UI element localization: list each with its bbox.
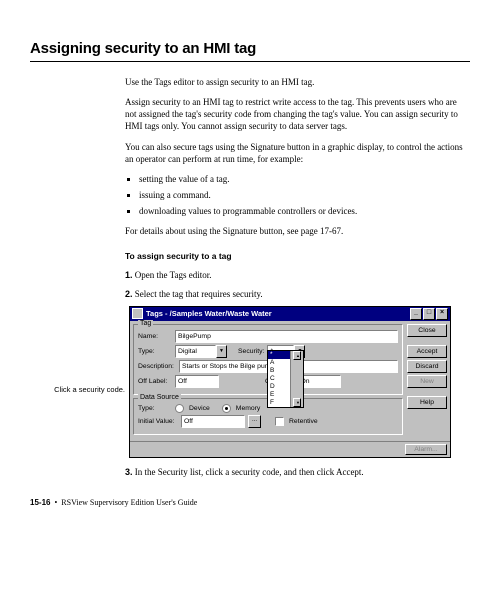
maximize-button[interactable]: □ <box>423 308 435 320</box>
device-label: Device <box>189 405 210 412</box>
name-label: Name: <box>138 333 172 340</box>
name-field[interactable]: BilgePump <box>175 330 398 343</box>
browse-button[interactable]: ... <box>248 415 261 428</box>
list-item: issuing a command. <box>139 189 470 201</box>
accept-btn[interactable]: Accept <box>407 345 447 358</box>
close-button[interactable]: × <box>436 308 448 320</box>
step-3: 3. In the Security list, click a securit… <box>125 466 470 478</box>
type-label: Type: <box>138 348 172 355</box>
titlebar: Tags - /Samples Water/Waste Water _ □ × <box>130 307 450 321</box>
body-paragraph: For details about using the Signature bu… <box>125 225 470 237</box>
group-label: Tag <box>138 320 153 327</box>
off-label-field[interactable]: Off <box>175 375 219 388</box>
type-combo[interactable]: Digital <box>175 345 216 358</box>
help-btn[interactable]: Help <box>407 396 447 409</box>
page-heading: Assigning security to an HMI tag <box>30 40 470 57</box>
off-label-label: Off Label: <box>138 378 172 385</box>
retentive-checkbox[interactable] <box>275 417 284 426</box>
retentive-label: Retentive <box>289 418 318 425</box>
procedure-heading: To assign security to a tag <box>125 251 470 261</box>
discard-btn[interactable]: Discard <box>407 360 447 373</box>
list-item: setting the value of a tag. <box>139 173 470 185</box>
alarm-btn[interactable]: Alarm... <box>405 444 447 455</box>
minimize-button[interactable]: _ <box>410 308 422 320</box>
list-item: downloading values to programmable contr… <box>139 205 470 217</box>
page-footer: 15-16 • RSView Supervisory Edition User'… <box>30 498 470 507</box>
memory-radio[interactable] <box>222 404 231 413</box>
heading-rule <box>30 61 470 62</box>
step-2: 2. Select the tag that requires security… <box>125 288 470 300</box>
callout-label: Click a security code. <box>30 385 129 394</box>
security-dropdown[interactable]: * A B C D E F ▲ ▼ <box>267 350 304 408</box>
close-btn[interactable]: Close <box>407 324 447 337</box>
app-icon <box>132 308 143 319</box>
ds-type-label: Type: <box>138 405 172 412</box>
initial-value-field[interactable]: Off <box>181 415 245 428</box>
device-radio[interactable] <box>175 404 184 413</box>
scroll-down-icon[interactable]: ▼ <box>293 398 301 407</box>
tags-dialog: Tags - /Samples Water/Waste Water _ □ × … <box>129 306 451 458</box>
new-btn[interactable]: New <box>407 375 447 388</box>
step-1: 1. Open the Tags editor. <box>125 269 470 281</box>
intro-paragraph: Use the Tags editor to assign security t… <box>125 76 470 88</box>
initial-value-label: Initial Value: <box>138 418 178 425</box>
on-label-field[interactable]: On <box>297 375 341 388</box>
group-label: Data Source <box>138 394 181 401</box>
tag-groupbox: Tag Name: BilgePump Type: Digital ▼ Secu… <box>133 324 403 395</box>
bullet-list: setting the value of a tag. issuing a co… <box>125 173 470 217</box>
memory-label: Memory <box>236 405 261 412</box>
security-label: Security: <box>238 348 264 355</box>
body-paragraph: Assign security to an HMI tag to restric… <box>125 96 470 132</box>
scroll-up-icon[interactable]: ▲ <box>293 351 301 360</box>
body-paragraph: You can also secure tags using the Signa… <box>125 141 470 165</box>
window-title: Tags - /Samples Water/Waste Water <box>146 309 409 318</box>
chevron-down-icon[interactable]: ▼ <box>216 345 227 358</box>
description-label: Description: <box>138 363 176 370</box>
